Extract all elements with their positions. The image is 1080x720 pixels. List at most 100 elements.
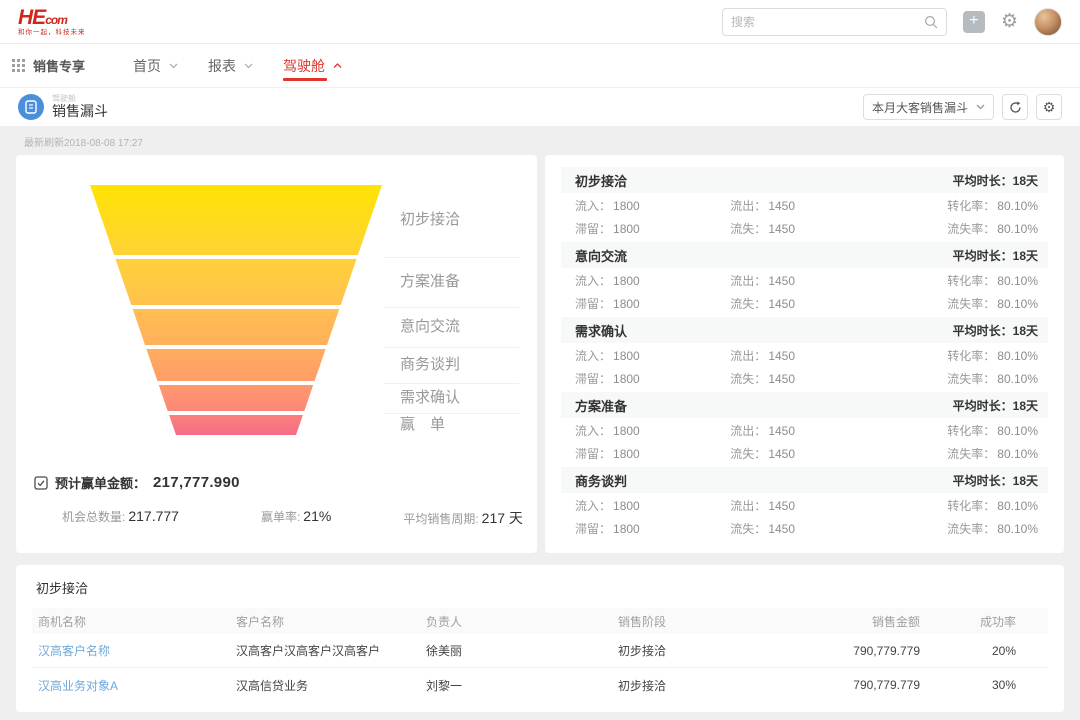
search-box[interactable]: [722, 8, 947, 36]
chevron-down-icon: [169, 63, 178, 69]
funnel-stage-label: 赢 单: [400, 415, 445, 435]
stage-stats-card: 初步接洽平均时长：18天流入：1800流出：1450转化率：80.10%滞留：1…: [545, 155, 1064, 553]
nav-item-2[interactable]: 报表: [208, 44, 253, 87]
stage-avg-duration: 平均时长：18天: [953, 472, 1038, 489]
summary-stat-2: 赢单率:21%: [261, 508, 331, 528]
funnel-segment-2[interactable]: [90, 259, 382, 305]
table-cell: 790,779.779: [790, 678, 920, 692]
stage-name: 方案准备: [575, 396, 627, 415]
stat-label: 流失：: [730, 297, 766, 311]
table-cell: 汉高信贷业务: [236, 677, 426, 694]
stage-stay: 滞留：1800: [575, 370, 730, 387]
top-header: HEcom 和你一起，科技未来 + ⚙: [0, 0, 1080, 44]
funnel-card: 初步接洽方案准备意向交流商务谈判需求确认赢 单 预计赢单金额： 217,777.…: [16, 155, 537, 553]
summary-stat-value: 217 天: [482, 510, 523, 526]
stat-label: 滞留：: [575, 522, 611, 536]
table-col-header: 客户名称: [236, 613, 426, 630]
stage-inflow: 流入：1800: [575, 272, 730, 289]
table-cell: 20%: [920, 644, 1042, 658]
stat-value: 1800: [613, 274, 640, 288]
stage-stay: 滞留：1800: [575, 520, 730, 537]
opportunity-link[interactable]: 汉高业务对象A: [38, 677, 236, 694]
stage-conversion-rate: 转化率：80.10%: [877, 347, 1038, 364]
funnel-chart: 初步接洽方案准备意向交流商务谈判需求确认赢 单: [32, 183, 521, 451]
stat-label: 流出：: [730, 424, 766, 438]
stage-flow-row: 流入：1800流出：1450转化率：80.10%: [561, 418, 1048, 441]
brand-tagline: 和你一起，科技未来: [18, 30, 86, 37]
stage-section-5: 商务谈判平均时长：18天流入：1800流出：1450转化率：80.10%滞留：1…: [561, 467, 1048, 539]
chevron-up-icon: [333, 63, 342, 69]
stat-label: 流失：: [730, 522, 766, 536]
stage-lost: 流失：1450: [730, 220, 877, 237]
opportunity-link[interactable]: 汉高客户名称: [38, 642, 236, 659]
stat-label: 流失率：: [947, 447, 995, 461]
brand-logo-text: HEcom: [18, 7, 86, 28]
stage-stay-row: 滞留：1800流失：1450流失率：80.10%: [561, 516, 1048, 539]
stat-label: 流失率：: [947, 297, 995, 311]
table-header-row: 商机名称客户名称负责人销售阶段销售金额成功率: [32, 608, 1048, 634]
stage-avg-duration: 平均时长：18天: [953, 247, 1038, 264]
funnel-filter-value: 本月大客销售漏斗: [872, 99, 968, 116]
add-button[interactable]: +: [963, 11, 985, 33]
stage-loss-rate: 流失率：80.10%: [877, 370, 1038, 387]
stage-loss-rate: 流失率：80.10%: [877, 445, 1038, 462]
stage-outflow: 流出：1450: [730, 497, 877, 514]
nav-item-3[interactable]: 驾驶舱: [283, 44, 342, 87]
stat-label: 流出：: [730, 349, 766, 363]
table-row: 汉高客户名称汉高客户汉高客户汉高客户徐美丽初步接洽790,779.77920%: [32, 634, 1048, 668]
funnel-divider-line: [384, 307, 519, 308]
nav-menu: 首页报表驾驶舱: [133, 44, 342, 87]
stat-label: 流失：: [730, 222, 766, 236]
stat-value: 1450: [768, 297, 795, 311]
stat-value: 1450: [768, 424, 795, 438]
nav-item-1[interactable]: 首页: [133, 44, 178, 87]
funnel-segment-4[interactable]: [90, 349, 382, 381]
stat-value: 1800: [613, 222, 640, 236]
table-col-header: 负责人: [426, 613, 618, 630]
stat-value: 80.10%: [997, 199, 1038, 213]
user-avatar[interactable]: [1034, 8, 1062, 36]
table-row: 汉高业务对象A汉高信贷业务刘黎一初步接洽790,779.77930%: [32, 668, 1048, 702]
stat-value: 80.10%: [997, 522, 1038, 536]
stat-label: 流出：: [730, 499, 766, 513]
stage-section-2: 意向交流平均时长：18天流入：1800流出：1450转化率：80.10%滞留：1…: [561, 242, 1048, 314]
funnel-segment-6[interactable]: [90, 415, 382, 435]
funnel-segment-3[interactable]: [90, 309, 382, 345]
stage-inflow: 流入：1800: [575, 347, 730, 364]
stat-label: 流出：: [730, 274, 766, 288]
stat-label: 流出：: [730, 199, 766, 213]
brand-logo: HEcom 和你一起，科技未来: [18, 7, 86, 37]
stage-avg-duration: 平均时长：18天: [953, 397, 1038, 414]
stage-conversion-rate: 转化率：80.10%: [877, 197, 1038, 214]
stat-label: 转化率：: [947, 349, 995, 363]
funnel-stage-label: 需求确认: [400, 388, 460, 408]
stage-section-4: 方案准备平均时长：18天流入：1800流出：1450转化率：80.10%滞留：1…: [561, 392, 1048, 464]
funnel-stage-label: 商务谈判: [400, 355, 460, 375]
stage-outflow: 流出：1450: [730, 197, 877, 214]
stage-avg-duration: 平均时长：18天: [953, 322, 1038, 339]
dashboard-settings-button[interactable]: ⚙: [1036, 94, 1062, 120]
search-input[interactable]: [731, 15, 924, 29]
stage-lost: 流失：1450: [730, 445, 877, 462]
stage-lost: 流失：1450: [730, 295, 877, 312]
stat-value: 80.10%: [997, 349, 1038, 363]
stage-outflow: 流出：1450: [730, 347, 877, 364]
stage-conversion-rate: 转化率：80.10%: [877, 422, 1038, 439]
table-col-header: 商机名称: [38, 613, 236, 630]
checkbox-check-icon[interactable]: [34, 476, 48, 490]
table-cell: 初步接洽: [618, 677, 790, 694]
stat-value: 1800: [613, 349, 640, 363]
settings-icon[interactable]: ⚙: [1001, 10, 1018, 33]
funnel-segment-1[interactable]: [90, 185, 382, 255]
refresh-button[interactable]: [1002, 94, 1028, 120]
last-refresh-text: 最新刷新2018-08-08 17:27: [16, 126, 1064, 155]
stage-loss-rate: 流失率：80.10%: [877, 295, 1038, 312]
stage-outflow: 流出：1450: [730, 272, 877, 289]
stage-inflow: 流入：1800: [575, 497, 730, 514]
funnel-segment-5[interactable]: [90, 385, 382, 411]
funnel-filter-select[interactable]: 本月大客销售漏斗: [863, 94, 994, 120]
workspace-switcher[interactable]: 销售专享: [12, 56, 85, 75]
stage-stay: 滞留：1800: [575, 445, 730, 462]
stat-label: 滞留：: [575, 372, 611, 386]
expected-amount-value: 217,777.990: [153, 474, 240, 491]
